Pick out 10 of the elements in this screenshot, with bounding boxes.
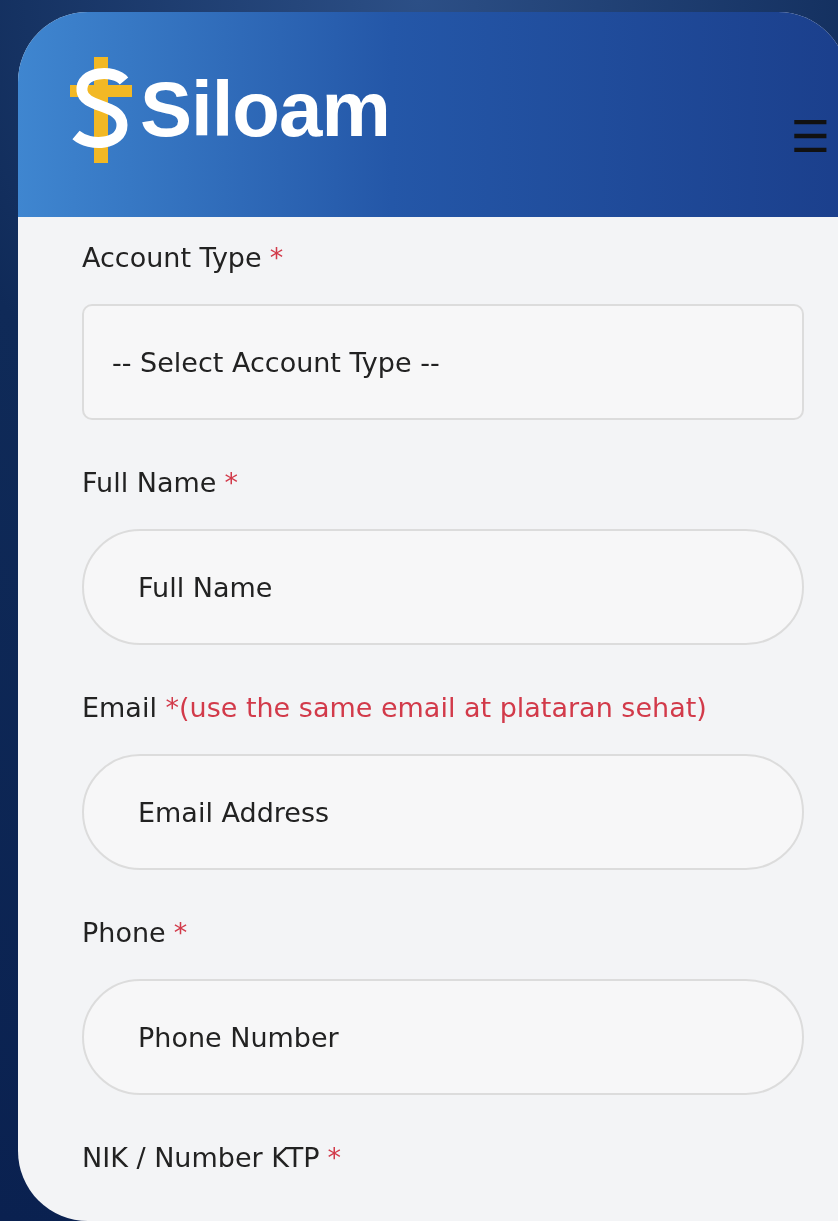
field-label: Phone * [82,916,189,950]
account-type-select[interactable]: -- Select Account Type -- [82,304,804,420]
field-label: Full Name * [82,466,239,500]
field-label: NIK / Number KTP * [82,1141,343,1175]
input-field[interactable]: Phone Number [82,979,804,1095]
input-field[interactable]: Full Name [82,529,804,645]
field-label: Email *(use the same email at plataran sehat) [82,691,708,725]
logo-text: Siloam [140,64,390,155]
input-field[interactable]: Email Address [82,754,804,870]
field-label: Account Type * [82,241,285,275]
